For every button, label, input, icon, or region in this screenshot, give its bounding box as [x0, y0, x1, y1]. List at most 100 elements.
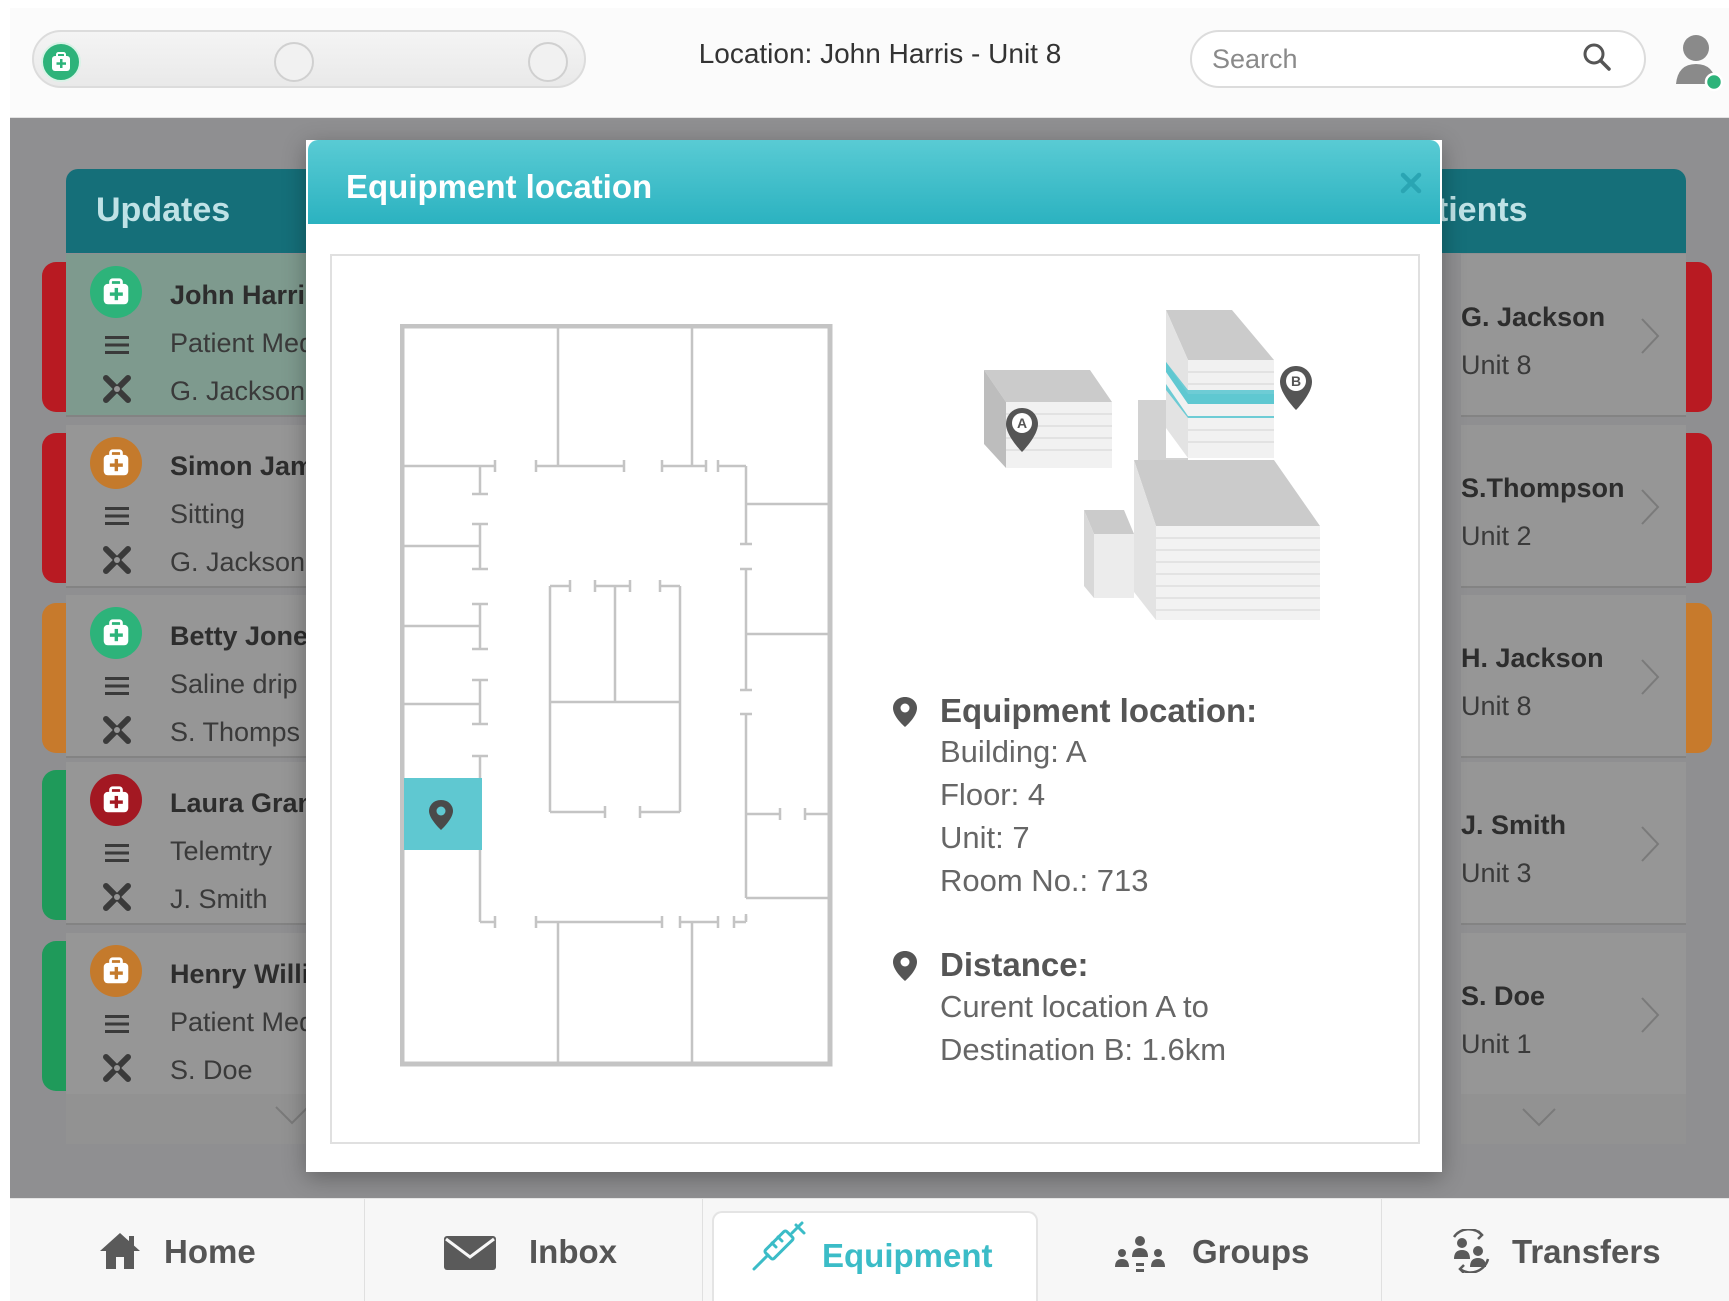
- patient-unit: Unit 1: [1461, 1029, 1532, 1059]
- equipment-location-heading: Equipment location:: [940, 692, 1258, 729]
- patient-card[interactable]: S. Doe Unit 1: [1461, 933, 1686, 1096]
- nav-home-label: Home: [164, 1233, 256, 1270]
- chevron-right-icon: [1641, 826, 1660, 862]
- update-staff: G. Jackson: [170, 547, 306, 577]
- update-staff: S. Thomps: [170, 717, 301, 747]
- medical-kit-badge: [90, 607, 142, 659]
- update-card[interactable]: Simon Jam Sitting G. Jackson: [66, 425, 320, 588]
- building-value: Building: A: [940, 734, 1087, 769]
- patients-scroll-down[interactable]: [1461, 1094, 1686, 1144]
- medical-kit-icon: [52, 52, 70, 71]
- building-isometric-map: A B: [984, 310, 1320, 620]
- medical-kit-icon: [103, 619, 129, 646]
- location-pin-icon: [893, 951, 917, 981]
- update-card[interactable]: Betty Jone Saline drip S. Thomps: [66, 595, 320, 758]
- floor-plan-map: [400, 324, 833, 1067]
- nav-transfers[interactable]: Transfers: [1382, 1199, 1729, 1301]
- search-input[interactable]: [1190, 30, 1646, 88]
- patient-unit: Unit 8: [1461, 350, 1532, 380]
- update-patient-name: Henry Willi: [170, 959, 310, 989]
- modal-title: Equipment location: [346, 168, 653, 205]
- distance-line-1: Curent location A to: [940, 989, 1209, 1024]
- medical-kit-badge: [90, 945, 142, 997]
- unit-value: Unit: 7: [940, 820, 1030, 855]
- chevron-down-icon: [275, 1106, 309, 1125]
- patient-card[interactable]: G. Jackson Unit 8: [1461, 254, 1686, 417]
- medical-kit-badge: [90, 266, 142, 318]
- segment-option-2[interactable]: [274, 42, 314, 82]
- update-task: Saline drip: [170, 669, 298, 699]
- update-task: Sitting: [170, 499, 246, 529]
- update-card[interactable]: Henry Willi Patient Med S. Doe: [66, 933, 320, 1096]
- user-avatar-icon[interactable]: [1674, 32, 1724, 92]
- update-patient-name: Simon Jam: [170, 451, 315, 481]
- bandage-icon: [103, 716, 131, 744]
- home-icon: [100, 1233, 140, 1269]
- chevron-right-icon: [1641, 997, 1660, 1033]
- bandage-icon: [103, 883, 131, 911]
- location-title: Location: John Harris - Unit 8: [698, 38, 1062, 69]
- update-patient-name: John Harris: [170, 280, 320, 310]
- medical-kit-badge: [90, 437, 142, 489]
- list-icon: [105, 844, 129, 862]
- transfers-icon: [1452, 1229, 1490, 1273]
- chevron-down-icon: [1522, 1108, 1556, 1127]
- nav-inbox-label: Inbox: [529, 1233, 617, 1270]
- segment-medkit[interactable]: [41, 42, 81, 82]
- update-task: Patient Med: [170, 328, 315, 358]
- close-icon[interactable]: [1400, 172, 1422, 194]
- update-card[interactable]: Laura Gran Telemtry J. Smith: [66, 762, 320, 925]
- equipment-location-modal: Equipment location A B Equipment locatio…: [306, 140, 1442, 1172]
- update-card[interactable]: John Harris Patient Med G. Jackson: [66, 254, 320, 417]
- room-value: Room No.: 713: [940, 863, 1149, 898]
- update-task: Telemtry: [170, 836, 273, 866]
- patient-name: J. Smith: [1461, 810, 1567, 840]
- update-patient-name: Laura Gran: [170, 788, 315, 818]
- distance-heading: Distance:: [940, 946, 1089, 983]
- patient-card[interactable]: J. Smith Unit 3: [1461, 762, 1686, 925]
- update-staff: S. Doe: [170, 1055, 253, 1085]
- bandage-icon: [103, 375, 131, 403]
- updates-scroll-down[interactable]: [66, 1094, 320, 1144]
- top-bar: Location: John Harris - Unit 8: [10, 8, 1729, 118]
- bandage-icon: [103, 546, 131, 574]
- nav-groups[interactable]: Groups: [1044, 1199, 1382, 1301]
- medical-kit-icon: [103, 278, 129, 305]
- update-staff: G. Jackson: [170, 376, 306, 406]
- modal-content: A B Equipment location: Building: A Floo…: [330, 254, 1420, 1144]
- patient-unit: Unit 2: [1461, 521, 1532, 551]
- syringe-icon: [752, 1221, 806, 1271]
- envelope-icon: [444, 1236, 496, 1270]
- list-icon: [105, 677, 129, 695]
- nav-equipment[interactable]: Equipment: [712, 1211, 1038, 1301]
- update-staff: J. Smith: [170, 884, 268, 914]
- marker-a-label: A: [1017, 415, 1027, 431]
- list-icon: [105, 1015, 129, 1033]
- patient-name: H. Jackson: [1461, 643, 1604, 673]
- medical-kit-icon: [103, 786, 129, 813]
- patient-unit: Unit 8: [1461, 691, 1532, 721]
- chevron-right-icon: [1641, 659, 1660, 695]
- medical-kit-badge: [90, 774, 142, 826]
- location-pin-icon: [893, 697, 917, 727]
- chevron-right-icon: [1641, 318, 1660, 354]
- patient-name: G. Jackson: [1461, 302, 1606, 332]
- chevron-right-icon: [1641, 489, 1660, 525]
- nav-transfers-label: Transfers: [1512, 1233, 1661, 1270]
- floor-value: Floor: 4: [940, 777, 1046, 812]
- patients-panel-header: atients: [1418, 169, 1686, 253]
- nav-equipment-label: Equipment: [822, 1237, 993, 1274]
- search-icon[interactable]: [1582, 42, 1612, 72]
- patient-name: S.Thompson: [1461, 473, 1625, 503]
- nav-inbox[interactable]: Inbox: [365, 1199, 703, 1301]
- bottom-nav: Home Inbox Equipment Groups Transfers: [10, 1198, 1729, 1301]
- update-task: Patient Med: [170, 1007, 315, 1037]
- modal-header: Equipment location: [308, 140, 1440, 224]
- marker-b-icon: B: [1280, 366, 1312, 410]
- nav-home[interactable]: Home: [10, 1199, 365, 1301]
- segment-option-3[interactable]: [528, 42, 568, 82]
- patient-card[interactable]: S.Thompson Unit 2: [1461, 425, 1686, 588]
- groups-icon: [1115, 1236, 1165, 1272]
- patient-card[interactable]: H. Jackson Unit 8: [1461, 595, 1686, 758]
- segment-switcher[interactable]: [32, 30, 586, 88]
